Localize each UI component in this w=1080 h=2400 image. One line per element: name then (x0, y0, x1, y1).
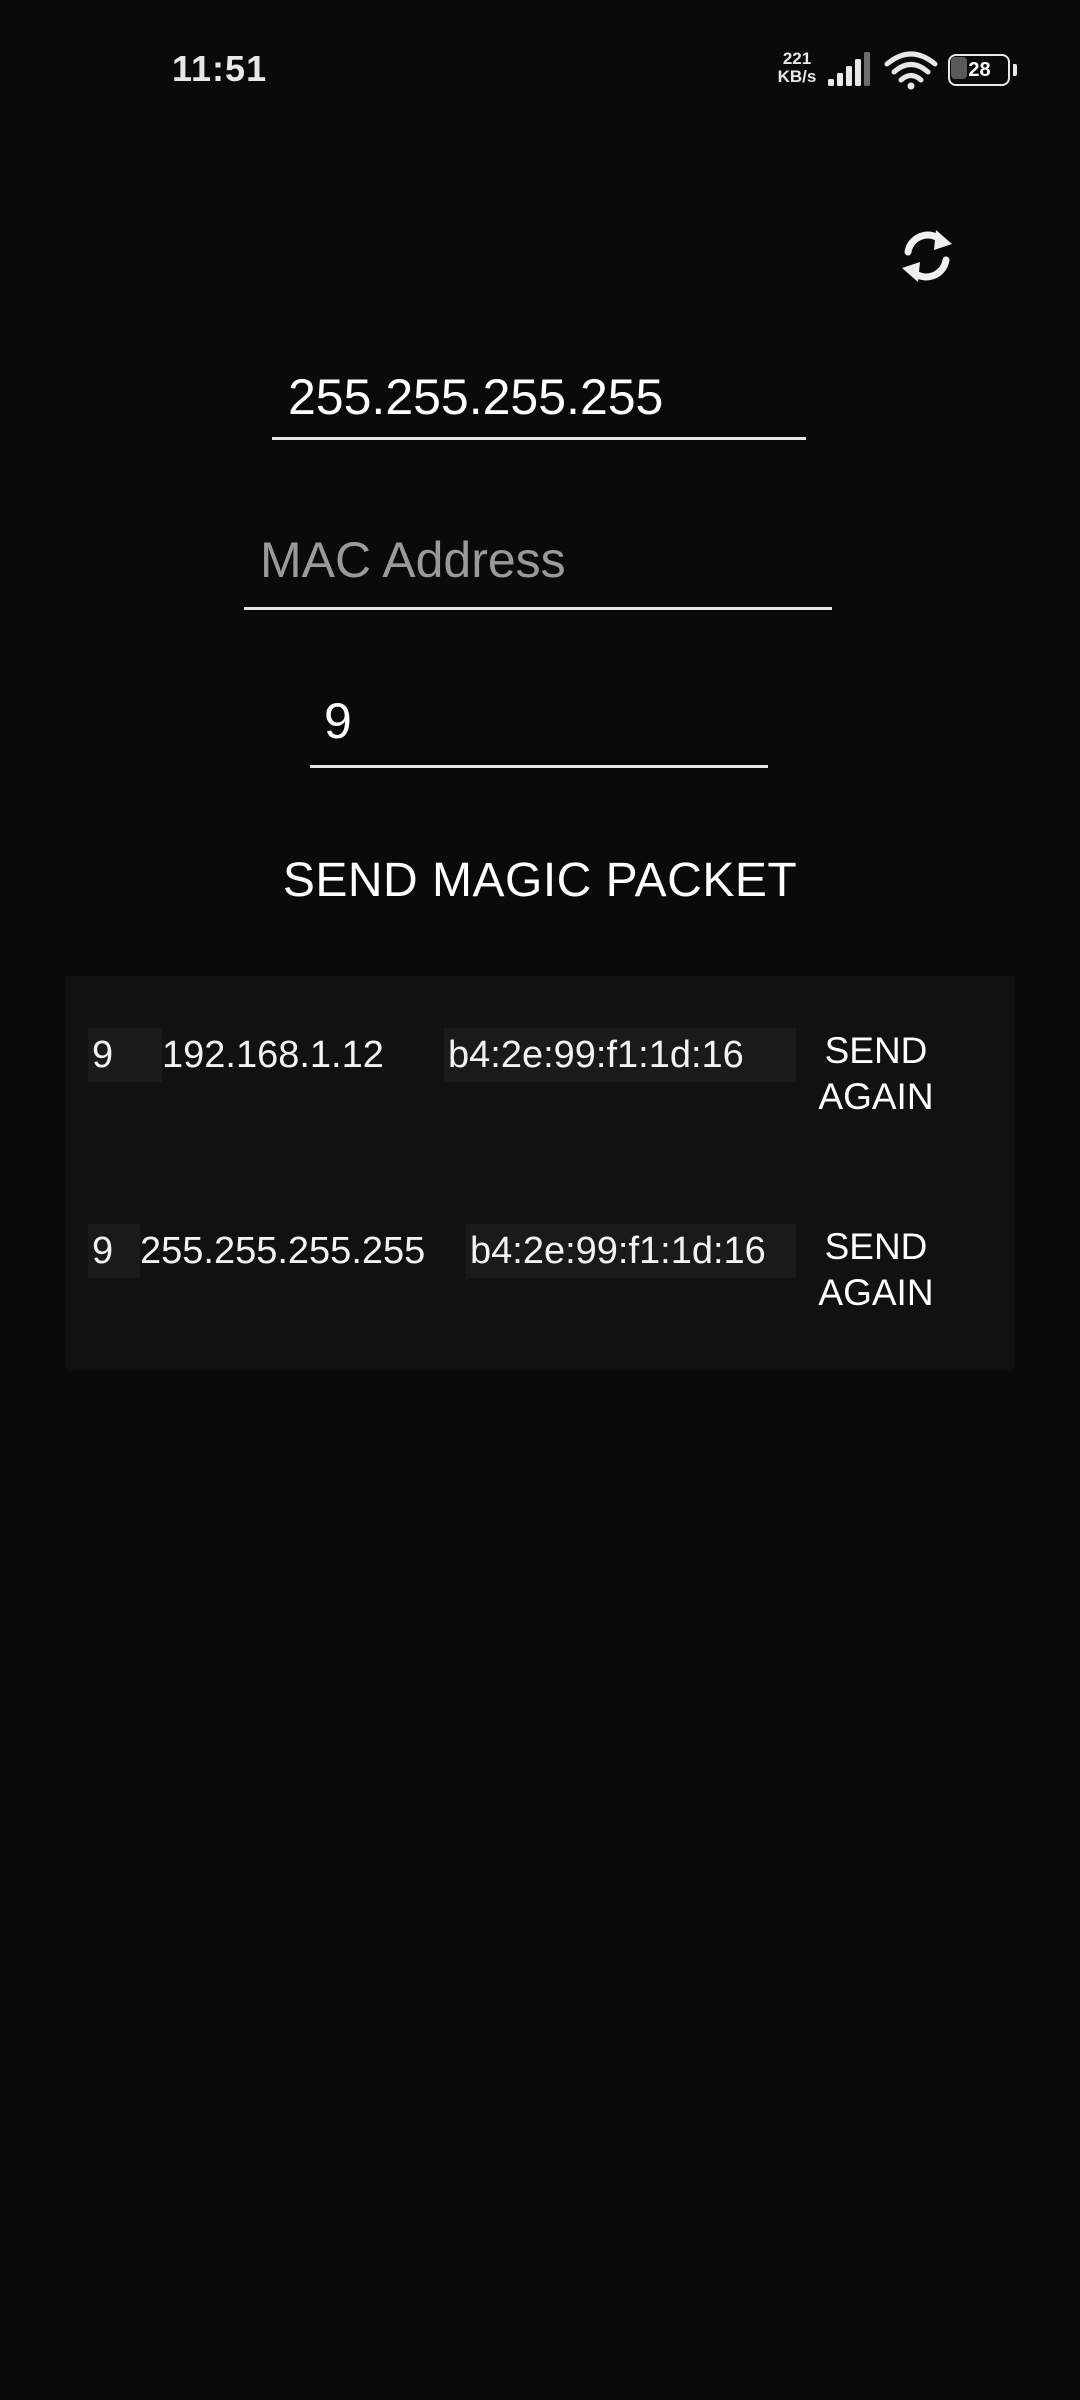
ip-address-field-container (272, 356, 806, 440)
send-again-label-line1: SEND (824, 1030, 928, 1071)
history-list: 9 192.168.1.12 b4:2e:99:f1:1d:16 SEND AG… (66, 976, 1014, 1370)
port-field-container (310, 676, 768, 768)
refresh-button[interactable] (896, 222, 958, 290)
mac-address-input[interactable] (244, 512, 832, 607)
status-bar: 11:51 221 KB/s 28 (0, 0, 1080, 140)
mac-address-field-container (244, 512, 832, 610)
battery-level: 28 (968, 59, 991, 81)
ip-address-input[interactable] (272, 356, 806, 437)
battery-cap (1013, 64, 1017, 76)
history-mac: b4:2e:99:f1:1d:16 (466, 1224, 796, 1278)
signal-icon (828, 52, 870, 86)
history-port: 9 (88, 1224, 140, 1278)
send-again-label-line2: AGAIN (818, 1272, 934, 1313)
wifi-icon (884, 51, 938, 90)
port-input[interactable] (310, 676, 768, 765)
send-again-button[interactable]: SEND AGAIN (792, 1224, 960, 1316)
history-ip: 255.255.255.255 (140, 1230, 426, 1272)
network-speed-unit: KB/s (777, 67, 817, 86)
status-time: 11:51 (172, 48, 268, 89)
send-again-label-line2: AGAIN (818, 1076, 934, 1117)
network-speed: 221 KB/s (774, 50, 820, 86)
history-row: 9 192.168.1.12 b4:2e:99:f1:1d:16 SEND AG… (66, 976, 1014, 1172)
history-mac: b4:2e:99:f1:1d:16 (444, 1028, 796, 1082)
send-again-label-line1: SEND (824, 1226, 928, 1267)
history-ip: 192.168.1.12 (162, 1034, 384, 1076)
send-magic-packet-button[interactable]: SEND MAGIC PACKET (240, 840, 840, 922)
history-port: 9 (88, 1028, 162, 1082)
send-again-button[interactable]: SEND AGAIN (792, 1028, 960, 1120)
history-row: 9 255.255.255.255 b4:2e:99:f1:1d:16 SEND… (66, 1172, 1014, 1368)
battery-indicator: 28 (948, 54, 1017, 86)
network-speed-value: 221 (782, 49, 812, 68)
refresh-icon (902, 230, 952, 282)
